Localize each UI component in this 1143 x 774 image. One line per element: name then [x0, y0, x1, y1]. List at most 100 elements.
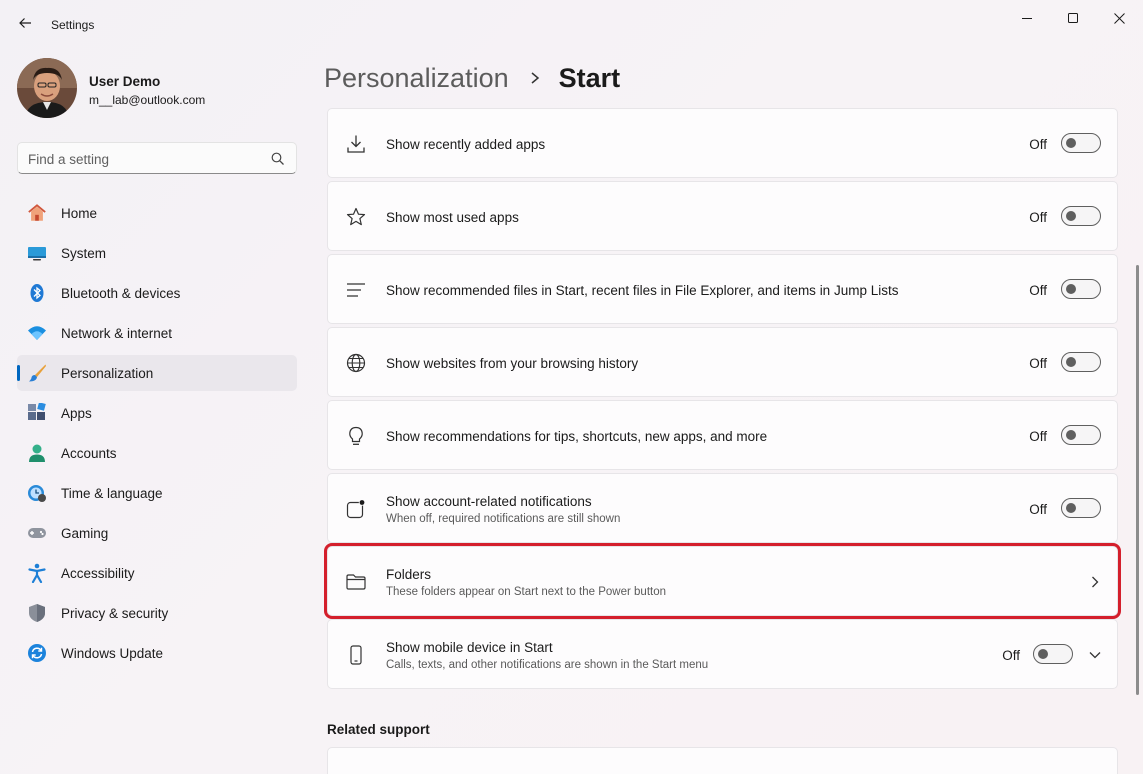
- setting-title: Show websites from your browsing history: [386, 356, 639, 371]
- bluetooth-icon: [27, 283, 47, 303]
- sidebar-item-label: Personalization: [61, 366, 154, 381]
- setting-most-used-apps: Show most used apps Off: [327, 181, 1118, 251]
- lightbulb-icon: [346, 426, 366, 446]
- setting-description: Calls, texts, and other notifications ar…: [386, 659, 709, 671]
- title-bar: Settings: [0, 0, 1143, 40]
- setting-title: Show mobile device in Start: [386, 640, 553, 655]
- sidebar-item-label: Accounts: [61, 446, 117, 461]
- mobile-device-toggle[interactable]: [1033, 644, 1073, 664]
- setting-title: Show recommendations for tips, shortcuts…: [386, 429, 768, 444]
- sidebar-item-label: Network & internet: [61, 326, 173, 341]
- sidebar-item-bluetooth[interactable]: Bluetooth & devices: [17, 275, 297, 311]
- close-icon: [1113, 12, 1125, 24]
- sidebar-item-label: Privacy & security: [61, 606, 169, 621]
- home-icon: [27, 203, 47, 223]
- sidebar-item-privacy[interactable]: Privacy & security: [17, 595, 297, 631]
- recently-added-apps-toggle[interactable]: [1061, 133, 1101, 153]
- setting-mobile-device: Show mobile device in Start Calls, texts…: [327, 619, 1118, 689]
- sidebar-item-accounts[interactable]: Accounts: [17, 435, 297, 471]
- breadcrumb-parent[interactable]: Personalization: [324, 63, 509, 94]
- apps-icon: [27, 403, 47, 423]
- recommended-files-toggle[interactable]: [1061, 279, 1101, 299]
- update-icon: [27, 643, 47, 663]
- clock-globe-icon: [27, 483, 47, 503]
- sidebar-item-apps[interactable]: Apps: [17, 395, 297, 431]
- chevron-right-icon: [529, 71, 541, 85]
- sidebar-item-system[interactable]: System: [17, 235, 297, 271]
- setting-title: Folders: [386, 567, 432, 582]
- recommendations-tips-toggle[interactable]: [1061, 425, 1101, 445]
- sidebar-nav: Home System Bluetooth & devices Network …: [17, 195, 297, 675]
- toggle-knob: [1066, 211, 1076, 221]
- toggle-knob: [1066, 430, 1076, 440]
- websites-history-toggle[interactable]: [1061, 352, 1101, 372]
- folder-icon: [346, 572, 366, 592]
- minimize-button[interactable]: [1004, 4, 1050, 32]
- toggle-state-label: Off: [1002, 648, 1020, 663]
- toggle-knob: [1038, 649, 1048, 659]
- toggle-state-label: Off: [1029, 210, 1047, 225]
- wifi-icon: [27, 323, 47, 343]
- sidebar-item-gaming[interactable]: Gaming: [17, 515, 297, 551]
- globe-icon: [346, 353, 366, 373]
- toggle-knob: [1066, 284, 1076, 294]
- sidebar-item-home[interactable]: Home: [17, 195, 297, 231]
- avatar-portrait-icon: [17, 58, 77, 118]
- sidebar-item-accessibility[interactable]: Accessibility: [17, 555, 297, 591]
- sidebar-item-label: Windows Update: [61, 646, 164, 661]
- gamepad-icon: [27, 523, 47, 543]
- search-box[interactable]: [17, 142, 297, 174]
- user-name: User Demo: [89, 74, 161, 89]
- search-input[interactable]: [28, 150, 258, 168]
- setting-recommended-files: Show recommended files in Start, recent …: [327, 254, 1118, 324]
- toggle-state-label: Off: [1029, 283, 1047, 298]
- setting-folders[interactable]: Folders These folders appear on Start ne…: [324, 543, 1121, 619]
- setting-title: Show account-related notifications: [386, 494, 592, 509]
- download-icon: [346, 134, 366, 154]
- avatar: [17, 58, 77, 118]
- toggle-state-label: Off: [1029, 429, 1047, 444]
- sidebar-item-label: System: [61, 246, 107, 261]
- back-button[interactable]: [14, 12, 36, 34]
- chevron-down-icon[interactable]: [1087, 647, 1103, 663]
- sidebar-item-label: Home: [61, 206, 98, 221]
- brush-icon: [27, 363, 47, 383]
- sidebar-item-time-language[interactable]: Time & language: [17, 475, 297, 511]
- setting-account-notifications: Show account-related notifications When …: [327, 473, 1118, 543]
- most-used-apps-toggle[interactable]: [1061, 206, 1101, 226]
- toggle-knob: [1066, 138, 1076, 148]
- search-icon[interactable]: [270, 151, 286, 167]
- maximize-button[interactable]: [1050, 4, 1096, 32]
- sidebar-item-label: Gaming: [61, 526, 109, 541]
- notification-icon: [346, 499, 366, 519]
- setting-description: These folders appear on Start next to th…: [386, 586, 667, 598]
- related-support-card[interactable]: [327, 747, 1118, 774]
- related-support-heading: Related support: [327, 722, 430, 737]
- sidebar-item-network[interactable]: Network & internet: [17, 315, 297, 351]
- toggle-state-label: Off: [1029, 137, 1047, 152]
- breadcrumb: Personalization Start: [324, 60, 620, 96]
- user-email: m__lab@outlook.com: [89, 93, 206, 107]
- close-button[interactable]: [1096, 4, 1142, 32]
- toggle-state-label: Off: [1029, 356, 1047, 371]
- sidebar-item-personalization[interactable]: Personalization: [17, 355, 297, 391]
- sidebar-item-label: Bluetooth & devices: [61, 286, 181, 301]
- setting-recommendations-tips: Show recommendations for tips, shortcuts…: [327, 400, 1118, 470]
- accessibility-icon: [27, 563, 47, 583]
- app-title: Settings: [51, 18, 95, 32]
- back-arrow-icon: [19, 18, 31, 28]
- maximize-icon: [1068, 13, 1078, 23]
- sidebar-item-windows-update[interactable]: Windows Update: [17, 635, 297, 671]
- minimize-icon: [1022, 18, 1032, 19]
- star-icon: [346, 207, 366, 227]
- phone-icon: [346, 645, 366, 665]
- toggle-knob: [1066, 357, 1076, 367]
- chevron-right-icon: [1087, 574, 1103, 590]
- sidebar-item-label: Time & language: [61, 486, 163, 501]
- list-icon: [346, 280, 366, 300]
- toggle-knob: [1066, 503, 1076, 513]
- setting-description: When off, required notifications are sti…: [386, 513, 621, 525]
- scrollbar[interactable]: [1136, 265, 1139, 695]
- account-notifications-toggle[interactable]: [1061, 498, 1101, 518]
- system-icon: [27, 243, 47, 263]
